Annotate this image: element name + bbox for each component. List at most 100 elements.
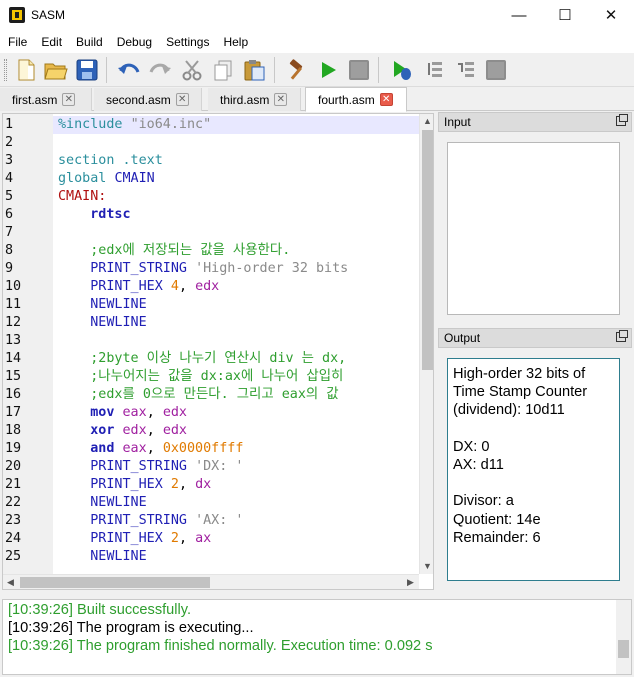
code-token: PRINT_HEX — [58, 279, 171, 294]
code-line: xor edx, edx — [58, 422, 187, 440]
code-line: ;edx를 0으로 만든다. 그리고 eax의 값 — [58, 386, 338, 404]
log-scrollbar[interactable] — [616, 600, 631, 674]
open-folder-icon[interactable] — [44, 58, 68, 82]
menu-file[interactable]: File — [2, 35, 33, 49]
paste-icon[interactable] — [242, 58, 266, 82]
cut-icon[interactable] — [180, 58, 204, 82]
tab-label: fourth.asm — [318, 92, 375, 107]
code-token: edx — [195, 279, 220, 294]
undo-icon[interactable] — [117, 58, 141, 82]
log-line: [10:39:26] The program finished normally… — [8, 638, 433, 654]
step-over-icon[interactable] — [423, 58, 447, 82]
output-panel-title: Output — [444, 331, 481, 345]
line-number: 15 — [5, 369, 22, 384]
code-line: PRINT_HEX 2, dx — [58, 476, 211, 494]
close-button[interactable]: ✕ — [588, 0, 634, 30]
line-number: 4 — [5, 171, 14, 186]
build-log[interactable]: [10:39:26] Built successfully. [10:39:26… — [2, 599, 632, 675]
redo-icon[interactable] — [148, 58, 172, 82]
tab-close-icon[interactable]: ✕ — [274, 93, 288, 106]
debug-icon[interactable] — [390, 58, 414, 82]
tab-second-asm[interactable]: second.asm ✕ — [94, 88, 202, 111]
line-number: 3 — [5, 153, 14, 168]
log-line: [10:39:26] The program is executing... — [8, 620, 254, 636]
tab-fourth-asm[interactable]: fourth.asm ✕ — [305, 87, 407, 112]
scroll-right-icon[interactable]: ▶ — [403, 575, 418, 589]
line-number: 14 — [5, 351, 22, 366]
code-token: , — [146, 441, 163, 456]
maximize-button[interactable]: ☐ — [542, 0, 588, 30]
input-panel-title: Input — [444, 115, 471, 129]
code-token: 'High-order 32 bits — [195, 261, 349, 276]
editor-vertical-scrollbar[interactable]: ▲ ▼ — [419, 114, 433, 574]
step-into-icon[interactable] — [454, 58, 478, 82]
code-line: PRINT_HEX 2, ax — [58, 530, 211, 548]
scroll-down-icon[interactable]: ▼ — [420, 559, 433, 574]
editor-horizontal-scrollbar[interactable]: ◀ ▶ — [3, 574, 419, 589]
code-token: ;2byte 이상 나누기 연산시 div 는 dx, — [58, 351, 347, 366]
code-token: CMAIN: — [58, 189, 107, 204]
code-line: NEWLINE — [58, 296, 146, 314]
window-title: SASM — [31, 8, 66, 22]
output-text: High-order 32 bits of Time Stamp Counter(… — [453, 365, 587, 547]
scroll-up-icon[interactable]: ▲ — [420, 114, 433, 129]
menu-settings[interactable]: Settings — [160, 35, 215, 49]
code-editor[interactable]: 1 2 3 4 5 6 7 8 9 10 11 12 13 14 15 16 17 18 19 20 21 22 23 24 2… — [2, 113, 434, 590]
new-file-icon[interactable] — [14, 58, 38, 82]
float-panel-icon[interactable] — [616, 330, 628, 342]
line-number: 2 — [5, 135, 14, 150]
menu-edit[interactable]: Edit — [35, 35, 68, 49]
output-line: Divisor: a — [453, 493, 514, 510]
output-panel-header: Output — [438, 328, 632, 348]
copy-icon[interactable] — [211, 58, 235, 82]
code-token: %include — [58, 117, 131, 132]
debug-stop-icon[interactable] — [484, 58, 508, 82]
scroll-left-icon[interactable]: ◀ — [3, 575, 18, 589]
code-token: "io64.inc" — [130, 117, 212, 132]
save-icon[interactable] — [75, 58, 99, 82]
code-line: section .text — [58, 152, 163, 170]
code-token: 4 — [170, 279, 179, 294]
tab-third-asm[interactable]: third.asm ✕ — [208, 88, 301, 111]
menu-help[interactable]: Help — [217, 35, 254, 49]
input-field[interactable] — [447, 142, 620, 315]
run-icon[interactable] — [316, 58, 340, 82]
line-number: 24 — [5, 531, 22, 546]
code-line: NEWLINE — [58, 548, 146, 566]
code-line: ;edx에 저장되는 값을 사용한다. — [58, 242, 290, 260]
line-number: 10 — [5, 279, 22, 294]
output-line: Remainder: 6 — [453, 529, 541, 546]
tab-close-icon[interactable]: ✕ — [62, 93, 76, 106]
output-area[interactable]: High-order 32 bits of Time Stamp Counter(… — [447, 358, 620, 581]
minimize-button[interactable]: — — [496, 0, 542, 30]
menu-bar: File Edit Build Debug Settings Help — [0, 31, 634, 53]
code-token: PRINT_STRING — [58, 513, 196, 528]
line-number: 8 — [5, 243, 14, 258]
stop-icon[interactable] — [347, 58, 371, 82]
tab-close-icon[interactable]: ✕ — [175, 93, 189, 106]
build-hammer-icon[interactable] — [285, 58, 309, 82]
tab-first-asm[interactable]: first.asm ✕ — [0, 88, 92, 111]
float-panel-icon[interactable] — [616, 114, 628, 126]
code-token: 0x0000ffff — [162, 441, 244, 456]
code-token: , — [146, 423, 163, 438]
menu-debug[interactable]: Debug — [111, 35, 158, 49]
tab-close-icon[interactable]: ✕ — [379, 93, 393, 106]
scrollbar-thumb[interactable] — [618, 640, 629, 658]
code-token: PRINT_STRING — [58, 459, 196, 474]
code-area[interactable]: %include "io64.inc" section .text global C… — [53, 114, 419, 574]
tab-label: first.asm — [12, 92, 58, 107]
menu-build[interactable]: Build — [70, 35, 109, 49]
code-line: PRINT_STRING 'High-order 32 bits — [58, 260, 348, 278]
code-token: and — [58, 441, 123, 456]
scrollbar-thumb[interactable] — [20, 577, 210, 588]
scrollbar-thumb[interactable] — [422, 130, 433, 370]
code-token: 'AX: ' — [195, 513, 244, 528]
code-token: edx — [162, 405, 187, 420]
code-token: ;나누어지는 값을 dx:ax에 나누어 삽입히 — [58, 369, 344, 384]
code-token: NEWLINE — [58, 315, 147, 330]
code-token: , — [178, 477, 196, 492]
input-panel-header: Input — [438, 112, 632, 132]
toolbar-grip[interactable] — [4, 59, 7, 81]
